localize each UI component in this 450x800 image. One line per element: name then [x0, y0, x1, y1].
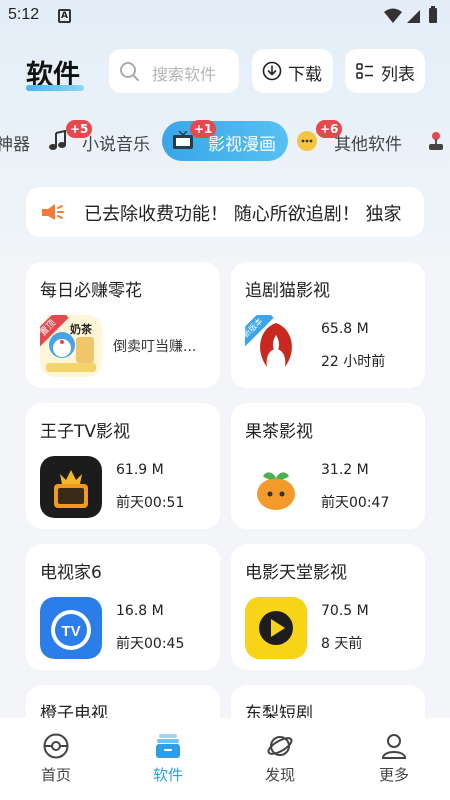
category-tabs: 神器 +5 小说音乐 +1 影视漫画 +6 其他软件: [0, 118, 450, 164]
joystick-icon: [429, 132, 443, 150]
nav-label: 首页: [40, 766, 71, 784]
speaker-icon: [42, 204, 64, 220]
app-icon-dianying-tiantang: [245, 597, 307, 659]
app-description: 倒卖叮当赚...: [113, 339, 197, 355]
download-button[interactable]: 下载: [252, 49, 333, 93]
app-updated-time: 前天00:45: [116, 636, 185, 652]
search-box[interactable]: 搜索软件: [109, 49, 239, 93]
nav-home[interactable]: 首页: [16, 732, 96, 792]
app-card[interactable]: 每日必赚零花 奶茶 置顶 倒卖叮当赚...: [26, 262, 220, 388]
tab-other-software[interactable]: +6 其他软件: [296, 118, 416, 164]
app-card[interactable]: 电影天堂影视 70.5 M 8 天前: [231, 544, 425, 670]
nav-software[interactable]: 软件: [128, 732, 208, 792]
nav-more[interactable]: 更多: [354, 732, 434, 792]
svg-text:TV: TV: [61, 623, 80, 640]
nav-label: 软件: [152, 766, 183, 784]
title-underline: [26, 85, 84, 91]
list-label: 列表: [381, 65, 415, 85]
search-placeholder: 搜索软件: [152, 65, 217, 84]
tab-label: 神器: [0, 135, 30, 155]
app-card[interactable]: 追剧猫影视 新版本 65.8 M 22 小时前: [231, 262, 425, 388]
app-icon-dianshijia: TV: [40, 597, 102, 659]
nav-label: 发现: [264, 766, 295, 784]
tab-games[interactable]: [424, 118, 450, 164]
tab-label: 其他软件: [334, 135, 402, 155]
app-name: 王子TV影视: [40, 422, 131, 442]
emoji-icon: [297, 131, 317, 151]
music-note-icon: [49, 130, 66, 150]
status-time: 5:12: [8, 6, 40, 23]
signal-icon: [407, 10, 420, 23]
list-icon: [356, 63, 373, 79]
tab-novel-music[interactable]: +5 小说音乐: [46, 118, 156, 164]
app-updated-time: 前天00:47: [321, 495, 390, 511]
app-name: 电影天堂影视: [245, 563, 347, 583]
app-icon-wangzi-tv: [40, 456, 102, 518]
app-card[interactable]: 电视家6 TV 16.8 M 前天00:45: [26, 544, 220, 670]
app-updated-time: 22 小时前: [321, 354, 386, 370]
battery-icon: [429, 8, 437, 23]
search-icon: [120, 62, 139, 81]
planet-icon: [267, 736, 293, 756]
app-updated-time: 8 天前: [321, 636, 363, 652]
download-icon: [262, 61, 282, 81]
app-updated-time: 前天00:51: [116, 495, 185, 511]
app-name: 追剧猫影视: [245, 281, 330, 301]
app-icon-guocha: [245, 456, 307, 518]
list-view-button[interactable]: 列表: [345, 49, 425, 93]
app-size: 31.2 M: [321, 462, 369, 478]
notice-bar[interactable]: 已去除收费功能！ 随心所欲追剧！ 独家: [26, 187, 424, 237]
tab-label: 小说音乐: [82, 135, 150, 155]
notice-text: 已去除收费功能！ 随心所欲追剧！ 独家: [84, 204, 402, 225]
software-icon: [156, 734, 180, 758]
app-size: 70.5 M: [321, 603, 369, 619]
app-card[interactable]: 果茶影视 31.2 M 前天00:47: [231, 403, 425, 529]
status-bar: 5:12 A: [0, 0, 450, 32]
tab-label: 影视漫画: [208, 135, 276, 155]
app-icon-zhuijumao: 新版本: [245, 315, 307, 377]
icon-text: 奶茶: [70, 323, 92, 336]
app-name: 果茶影视: [245, 422, 313, 442]
tab-shenqi[interactable]: 神器: [0, 118, 36, 164]
home-icon: [43, 733, 69, 759]
status-icons: [382, 6, 442, 26]
nav-label: 更多: [378, 766, 409, 784]
app-size: 65.8 M: [321, 321, 369, 337]
wifi-icon: [384, 8, 402, 23]
app-name: 电视家6: [40, 563, 102, 583]
app-icon-milk-tea: 奶茶 置顶: [40, 315, 102, 377]
app-size: 16.8 M: [116, 603, 164, 619]
app-card[interactable]: 王子TV影视 61.9 M 前天00:51: [26, 403, 220, 529]
profile-icon: [381, 734, 407, 759]
nav-discover[interactable]: 发现: [240, 732, 320, 792]
tab-video-comic[interactable]: +1 影视漫画: [162, 118, 288, 164]
download-label: 下载: [288, 65, 322, 85]
app-size: 61.9 M: [116, 462, 164, 478]
app-name: 每日必赚零花: [40, 281, 142, 301]
notification-icon: A: [58, 9, 71, 23]
bottom-navigation: 首页 软件 发现 更多: [0, 718, 450, 800]
